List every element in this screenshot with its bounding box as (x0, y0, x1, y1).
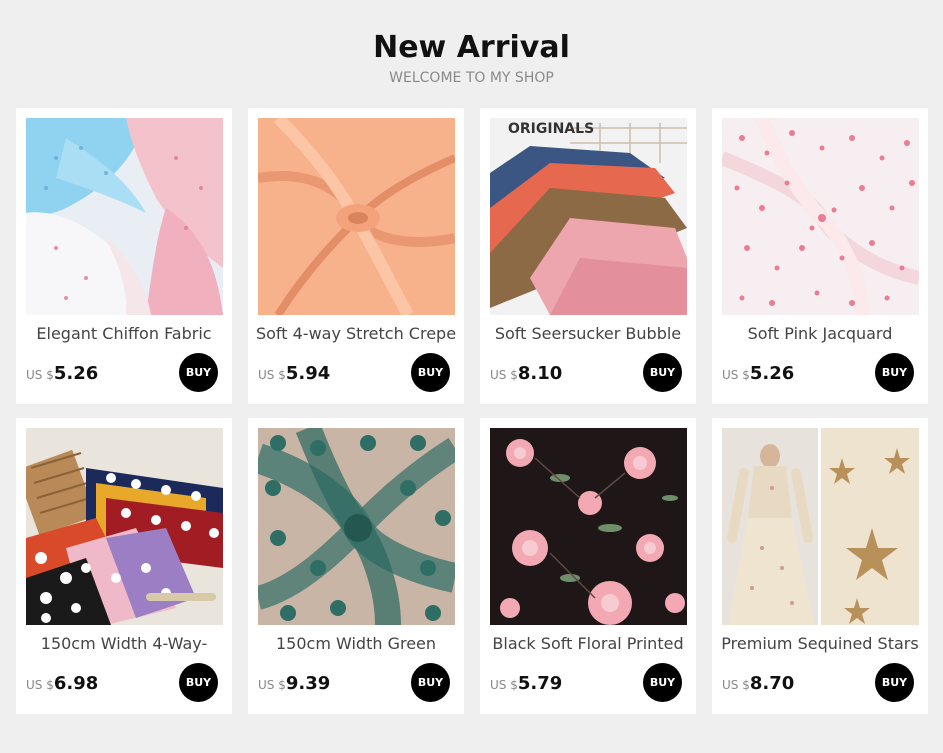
product-image[interactable] (722, 118, 919, 315)
price-amount: 5.26 (749, 363, 795, 384)
product-card[interactable]: 150cm Width 4-Way- US $6.98 BUY (16, 418, 232, 714)
product-name[interactable]: Soft Seersucker Bubble (484, 324, 692, 344)
product-price: US $5.26 (26, 363, 98, 384)
product-image[interactable]: ORIGINALS (490, 118, 687, 315)
product-card[interactable]: Elegant Chiffon Fabric US $5.26 BUY (16, 108, 232, 404)
price-amount: 5.79 (517, 673, 563, 694)
product-price: US $6.98 (26, 673, 98, 694)
buy-button[interactable]: BUY (179, 353, 218, 392)
product-card[interactable]: Premium Sequined Stars US $8.70 BUY (712, 418, 928, 714)
price-currency: US $ (258, 678, 286, 692)
product-image[interactable] (258, 428, 455, 625)
buy-button[interactable]: BUY (643, 353, 682, 392)
product-price: US $5.94 (258, 363, 330, 384)
chiffon-fabric-image (26, 118, 223, 315)
buy-button[interactable]: BUY (411, 663, 450, 702)
product-price: US $5.79 (490, 673, 562, 694)
seersucker-fabric-image: ORIGINALS (490, 118, 687, 315)
product-price: US $8.10 (490, 363, 562, 384)
price-amount: 6.98 (53, 673, 99, 694)
price-amount: 9.39 (285, 673, 331, 694)
product-name[interactable]: Soft 4-way Stretch Crepe (252, 324, 460, 344)
buy-button[interactable]: BUY (875, 353, 914, 392)
price-amount: 5.26 (53, 363, 99, 384)
page-title: New Arrival (373, 30, 570, 65)
product-name[interactable]: Soft Pink Jacquard (716, 324, 924, 344)
price-currency: US $ (722, 368, 750, 382)
buy-button[interactable]: BUY (875, 663, 914, 702)
page-subtitle: WELCOME TO MY SHOP (389, 70, 554, 86)
product-card[interactable]: Soft 4-way Stretch Crepe US $5.94 BUY (248, 108, 464, 404)
price-currency: US $ (26, 678, 54, 692)
polka-dot-fabric-image (26, 428, 223, 625)
green-lace-fabric-image (258, 428, 455, 625)
product-name[interactable]: Premium Sequined Stars (716, 634, 924, 654)
product-name[interactable]: Elegant Chiffon Fabric (20, 324, 228, 344)
product-image[interactable] (26, 118, 223, 315)
section-header: New Arrival WELCOME TO MY SHOP (0, 30, 943, 88)
product-image[interactable] (490, 428, 687, 625)
price-currency: US $ (258, 368, 286, 382)
product-price: US $8.70 (722, 673, 794, 694)
image-brand-text: ORIGINALS (508, 121, 594, 137)
product-name[interactable]: 150cm Width 4-Way- (20, 634, 228, 654)
black-floral-fabric-image (490, 428, 687, 625)
product-card[interactable]: 150cm Width Green US $9.39 BUY (248, 418, 464, 714)
product-grid: Elegant Chiffon Fabric US $5.26 BUY Soft… (16, 108, 928, 714)
price-currency: US $ (490, 678, 518, 692)
product-price: US $9.39 (258, 673, 330, 694)
sequined-stars-fabric-image (722, 428, 919, 625)
product-image[interactable] (258, 118, 455, 315)
buy-button[interactable]: BUY (411, 353, 450, 392)
price-currency: US $ (722, 678, 750, 692)
price-currency: US $ (26, 368, 54, 382)
product-card[interactable]: Soft Pink Jacquard US $5.26 BUY (712, 108, 928, 404)
product-card[interactable]: Black Soft Floral Printed US $5.79 BUY (480, 418, 696, 714)
product-image[interactable] (722, 428, 919, 625)
product-name[interactable]: 150cm Width Green (252, 634, 460, 654)
price-amount: 5.94 (285, 363, 331, 384)
product-name[interactable]: Black Soft Floral Printed (484, 634, 692, 654)
product-card[interactable]: ORIGINALS Soft Seersucker Bubble US $8.1… (480, 108, 696, 404)
product-price: US $5.26 (722, 363, 794, 384)
crepe-fabric-image (258, 118, 455, 315)
product-image[interactable] (26, 428, 223, 625)
jacquard-fabric-image (722, 118, 919, 315)
price-currency: US $ (490, 368, 518, 382)
price-amount: 8.10 (517, 363, 563, 384)
buy-button[interactable]: BUY (643, 663, 682, 702)
price-amount: 8.70 (749, 673, 795, 694)
buy-button[interactable]: BUY (179, 663, 218, 702)
